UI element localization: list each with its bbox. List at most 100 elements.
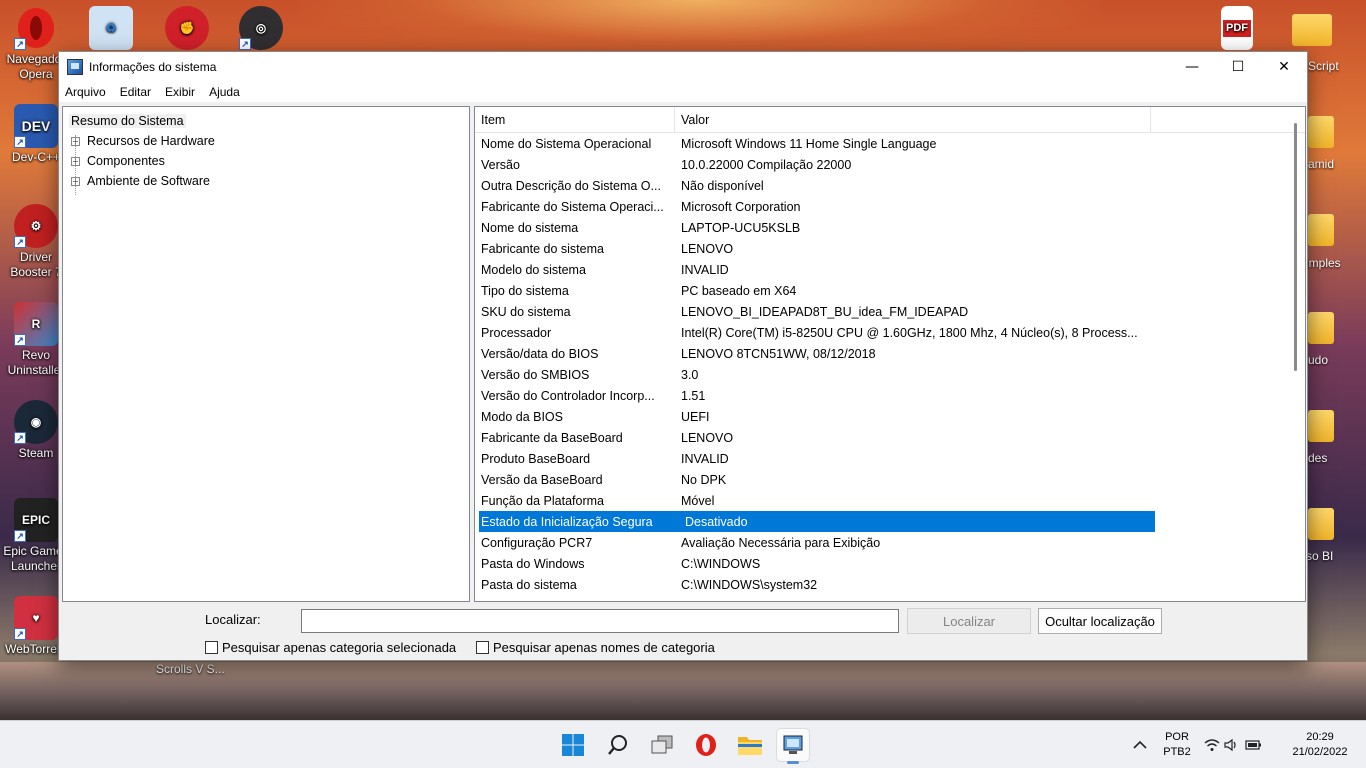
list-row[interactable]: Versão do SMBIOS 3.0	[475, 364, 1305, 385]
desktop-label-des[interactable]: des	[1308, 451, 1327, 465]
row-value: LENOVO_BI_IDEAPAD8T_BU_idea_FM_IDEAPAD	[681, 304, 969, 319]
quick-settings-button[interactable]	[1203, 729, 1263, 761]
system-info-window: Informações do sistema — ☐ ✕ Arquivo Edi…	[58, 51, 1308, 661]
list-rows: Nome do Sistema Operacional Microsoft Win…	[475, 133, 1305, 595]
folder-icon[interactable]	[1292, 14, 1332, 46]
desktop-label-amid[interactable]: amid	[1308, 157, 1334, 171]
checkbox-box[interactable]	[476, 641, 489, 654]
menu-arquivo[interactable]: Arquivo	[65, 85, 106, 99]
row-value: Móvel	[681, 493, 715, 508]
tree-item-resumo[interactable]: Resumo do Sistema	[63, 111, 469, 131]
hide-find-button[interactable]: Ocultar localização	[1038, 608, 1162, 634]
list-row[interactable]: Fabricante do Sistema Operaci... Microsof…	[475, 196, 1305, 217]
driver-booster-icon: ⚙ ↗	[14, 204, 58, 248]
list-row[interactable]: Configuração PCR7 Avaliação Necessária pa…	[475, 532, 1305, 553]
search-button[interactable]	[602, 729, 634, 761]
vertical-scrollbar[interactable]	[1294, 123, 1297, 371]
list-row[interactable]: Função da Plataforma Móvel	[475, 490, 1305, 511]
title-bar[interactable]: Informações do sistema — ☐ ✕	[59, 52, 1307, 82]
list-row[interactable]: Versão/data do BIOS LENOVO 8TCN51WW, 08/1…	[475, 343, 1305, 364]
list-row[interactable]: Nome do Sistema Operacional Microsoft Win…	[475, 133, 1305, 154]
taskbar-system-info[interactable]	[777, 729, 809, 764]
tree-item-software[interactable]: + Ambiente de Software	[63, 171, 469, 191]
checkbox-category-names[interactable]: Pesquisar apenas nomes de categoria	[476, 640, 715, 655]
row-item: Versão do SMBIOS	[481, 367, 590, 382]
recycle-bin-icon: ♻	[89, 6, 133, 50]
taskbar-opera[interactable]	[690, 729, 722, 761]
maximize-button[interactable]: ☐	[1215, 52, 1261, 82]
list-row[interactable]: Tipo do sistema PC baseado em X64	[475, 280, 1305, 301]
list-row[interactable]: Outra Descrição do Sistema O... Não dispo…	[475, 175, 1305, 196]
find-bar: Localizar: Localizar Ocultar localização…	[59, 604, 1309, 662]
list-row[interactable]: Produto BaseBoard INVALID	[475, 448, 1305, 469]
revo-icon: R ↗	[14, 302, 58, 346]
list-row[interactable]: SKU do sistema LENOVO_BI_IDEAPAD8T_BU_ide…	[475, 301, 1305, 322]
row-value: Microsoft Corporation	[681, 199, 801, 214]
desktop-label-script[interactable]: Script	[1308, 59, 1339, 73]
menu-ajuda[interactable]: Ajuda	[209, 85, 240, 99]
taskbar-file-explorer[interactable]	[734, 729, 766, 761]
menu-exibir[interactable]: Exibir	[165, 85, 195, 99]
tree-item-label: Ambiente de Software	[87, 174, 210, 188]
row-item: Versão/data do BIOS	[481, 346, 599, 361]
list-row[interactable]: Fabricante da BaseBoard LENOVO	[475, 427, 1305, 448]
tree-item-hardware[interactable]: + Recursos de Hardware	[63, 131, 469, 151]
row-value: Avaliação Necessária para Exibição	[681, 535, 881, 550]
minimize-button[interactable]: —	[1169, 52, 1215, 82]
checkbox-selected-category[interactable]: Pesquisar apenas categoria selecionada	[205, 640, 456, 655]
find-button[interactable]: Localizar	[907, 608, 1031, 634]
list-row[interactable]: Pasta do sistema C:\WINDOWS\system32	[475, 574, 1305, 595]
row-value: Microsoft Windows 11 Home Single Languag…	[681, 136, 937, 151]
list-row[interactable]: Modelo do sistema INVALID	[475, 259, 1305, 280]
desktop-label-scrolls[interactable]: Scrolls V S...	[156, 662, 225, 676]
desktop-label-imples[interactable]: imples	[1306, 256, 1341, 270]
tree-item-label: Resumo do Sistema	[69, 114, 186, 128]
close-button[interactable]: ✕	[1261, 52, 1307, 82]
row-value: C:\WINDOWS\system32	[681, 577, 818, 592]
column-header-value[interactable]: Valor	[675, 107, 1151, 132]
row-item: Fabricante do Sistema Operaci...	[481, 199, 664, 214]
menu-editar[interactable]: Editar	[120, 85, 151, 99]
folder-icon[interactable]	[1308, 214, 1334, 246]
desktop-label-so-bi[interactable]: so BI	[1306, 549, 1333, 563]
list-row[interactable]: Processador Intel(R) Core(TM) i5-8250U CP…	[475, 322, 1305, 343]
language-indicator[interactable]: POR PTB2	[1158, 730, 1196, 760]
start-button[interactable]	[557, 729, 589, 761]
desktop-icon-obs[interactable]: ◎ ↗	[228, 2, 294, 52]
task-view-button[interactable]	[646, 729, 678, 761]
folder-icon[interactable]	[1308, 508, 1334, 540]
folder-icon[interactable]	[1308, 116, 1334, 148]
tree-connector	[75, 135, 76, 195]
list-row[interactable]: Versão 10.0.22000 Compilação 22000	[475, 154, 1305, 175]
desktop-icon-riot[interactable]: ✊	[154, 2, 220, 52]
list-row[interactable]: Versão da BaseBoard No DPK	[475, 469, 1305, 490]
find-label: Localizar:	[205, 612, 261, 627]
row-value: LENOVO 8TCN51WW, 08/12/2018	[681, 346, 876, 361]
row-value: PC baseado em X64	[681, 283, 797, 298]
row-item: Fabricante da BaseBoard	[481, 430, 623, 445]
details-list: Item Valor Nome do Sistema Operacional Mi…	[474, 106, 1306, 602]
list-row[interactable]: Pasta do Windows C:\WINDOWS	[475, 553, 1305, 574]
folder-icon[interactable]	[1308, 312, 1334, 344]
desktop-icon-recycle-bin[interactable]: ♻	[78, 2, 144, 52]
checkbox-box[interactable]	[205, 641, 218, 654]
column-header-item[interactable]: Item	[475, 107, 675, 132]
row-value: LENOVO	[681, 241, 734, 256]
desktop-label-udo[interactable]: udo	[1308, 353, 1328, 367]
clock[interactable]: 20:29 21/02/2022	[1278, 730, 1362, 760]
list-row[interactable]: Nome do sistema LAPTOP-UCU5KSLB	[475, 217, 1305, 238]
row-value: Intel(R) Core(TM) i5-8250U CPU @ 1.60GHz…	[681, 325, 1138, 340]
folder-icon[interactable]	[1308, 410, 1334, 442]
system-info-icon	[783, 735, 803, 754]
row-value: Não disponível	[681, 178, 764, 193]
desktop-icon-pdf[interactable]: PDF	[1204, 2, 1270, 52]
checkbox-label: Pesquisar apenas categoria selecionada	[222, 640, 457, 655]
list-row[interactable]: Modo da BIOS UEFI	[475, 406, 1305, 427]
show-hidden-icons-button[interactable]	[1128, 729, 1152, 761]
list-row[interactable]: Fabricante do sistema LENOVO	[475, 238, 1305, 259]
find-input[interactable]	[301, 609, 899, 633]
list-row[interactable]: Estado da Inicialização Segura Desativado	[479, 511, 1155, 532]
opera-icon	[696, 734, 716, 756]
list-row[interactable]: Versão do Controlador Incorp... 1.51	[475, 385, 1305, 406]
tree-item-componentes[interactable]: + Componentes	[63, 151, 469, 171]
